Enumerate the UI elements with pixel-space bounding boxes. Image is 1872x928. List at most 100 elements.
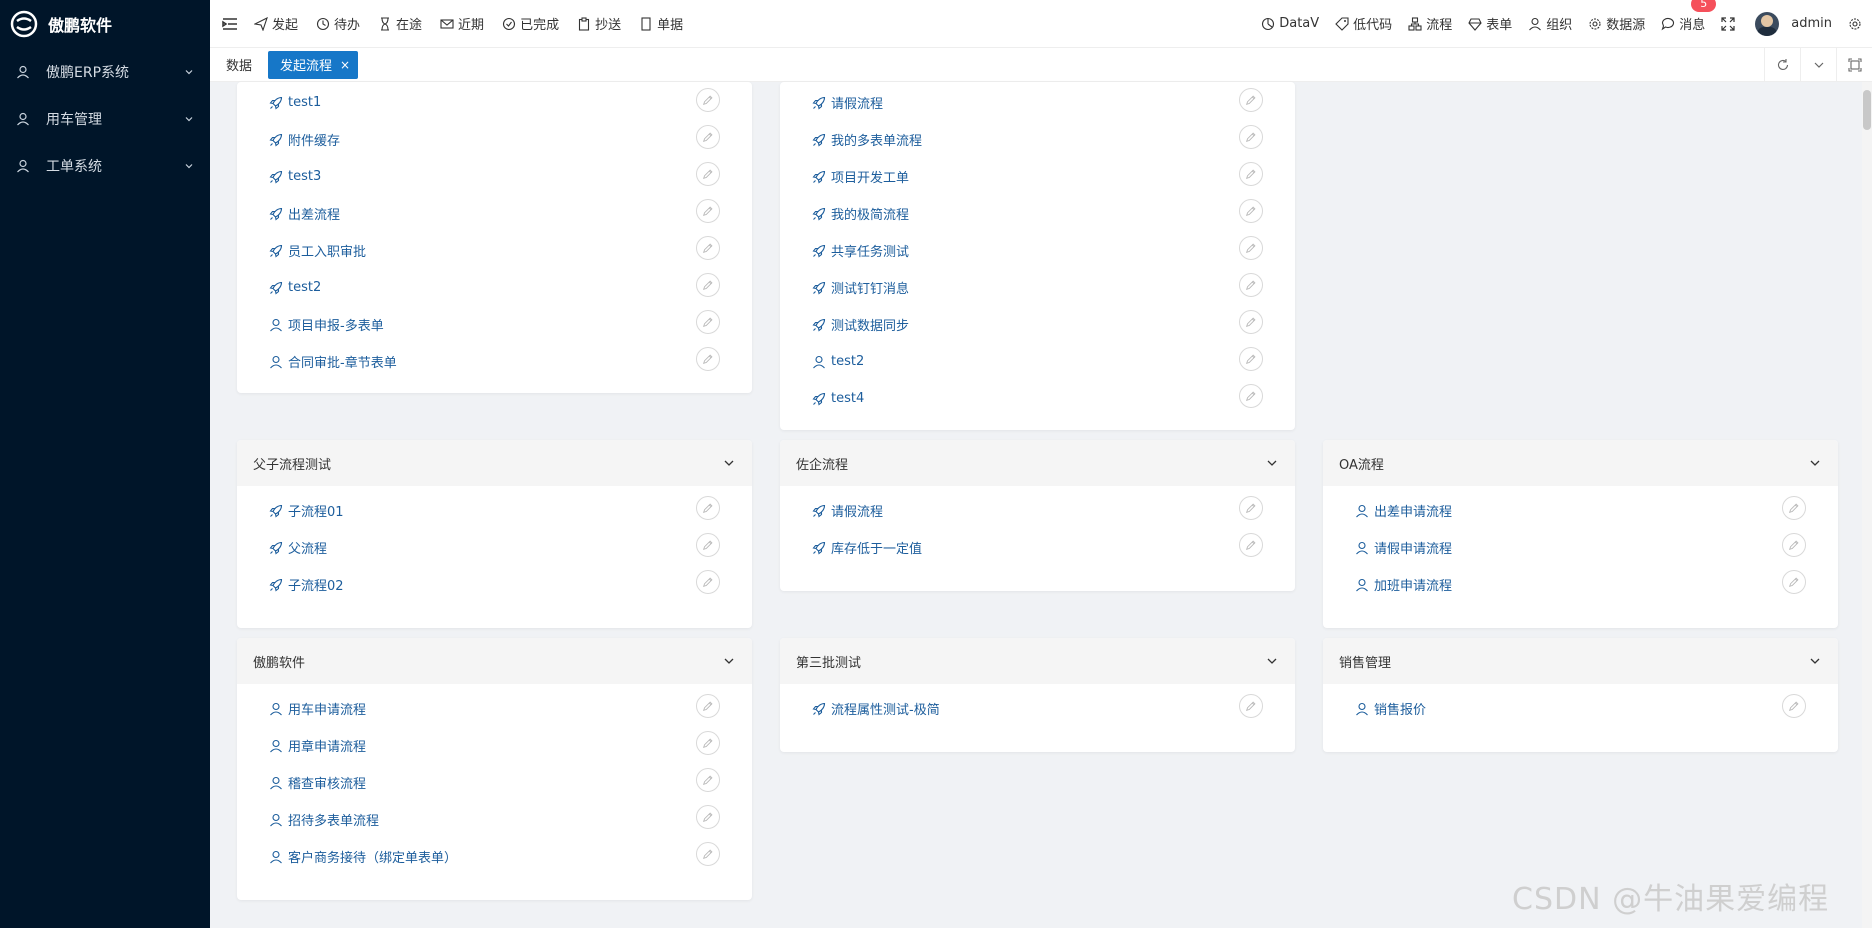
edit-process-button[interactable] <box>696 569 720 594</box>
edit-process-button[interactable] <box>696 693 720 718</box>
process-item[interactable]: 父流程 <box>237 529 752 566</box>
quick-documents[interactable]: 单据 <box>639 14 683 33</box>
edit-process-button[interactable] <box>1239 198 1263 223</box>
edit-process-button[interactable] <box>1239 532 1263 557</box>
quick-send[interactable]: 发起 <box>254 14 298 33</box>
process-item[interactable]: 加班申请流程 <box>1323 566 1838 603</box>
process-item[interactable]: 销售报价 <box>1323 690 1838 727</box>
edit-process-button[interactable] <box>1239 383 1263 408</box>
process-item[interactable]: 请假申请流程 <box>1323 529 1838 566</box>
menu-collapse-icon[interactable] <box>220 14 240 34</box>
process-item[interactable]: test2 <box>237 269 752 306</box>
card-header[interactable]: 佐企流程 <box>780 440 1295 486</box>
edit-process-button[interactable] <box>696 309 720 334</box>
refresh-tab-button[interactable] <box>1764 47 1800 82</box>
user-menu[interactable]: admin <box>1755 11 1832 36</box>
edit-process-button[interactable] <box>1239 693 1263 718</box>
process-item[interactable]: 用车申请流程 <box>237 690 752 727</box>
fullscreen-button[interactable] <box>1721 16 1739 31</box>
process-item[interactable]: 共享任务测试 <box>780 232 1295 269</box>
quick-recent[interactable]: 近期 <box>440 14 484 33</box>
quick-cc[interactable]: 抄送 <box>577 14 621 33</box>
edit-process-button[interactable] <box>1239 495 1263 520</box>
process-item[interactable]: 附件缓存 <box>237 121 752 158</box>
process-item[interactable]: 出差申请流程 <box>1323 492 1838 529</box>
process-item[interactable]: 出差流程 <box>237 195 752 232</box>
process-item[interactable]: test1 <box>237 84 752 121</box>
tab-maximize-button[interactable] <box>1836 47 1872 82</box>
edit-process-button[interactable] <box>696 841 720 866</box>
process-item[interactable]: 项目开发工单 <box>780 158 1295 195</box>
edit-process-button[interactable] <box>1782 495 1806 520</box>
edit-process-button[interactable] <box>1239 346 1263 371</box>
edit-process-button[interactable] <box>1782 569 1806 594</box>
edit-process-button[interactable] <box>696 495 720 520</box>
edit-process-button[interactable] <box>696 272 720 297</box>
card-header[interactable]: OA流程 <box>1323 440 1838 486</box>
edit-process-button[interactable] <box>1239 309 1263 334</box>
vertical-scrollbar[interactable] <box>1862 82 1872 928</box>
edit-process-button[interactable] <box>696 767 720 792</box>
edit-process-button[interactable] <box>1239 235 1263 260</box>
quick-todo[interactable]: 待办 <box>316 14 360 33</box>
nav-lowcode[interactable]: 低代码 <box>1335 14 1392 33</box>
process-item[interactable]: 库存低于一定值 <box>780 529 1295 566</box>
scrollbar-thumb[interactable] <box>1863 90 1871 130</box>
process-item[interactable]: test4 <box>780 380 1295 417</box>
edit-process-button[interactable] <box>696 532 720 557</box>
process-item[interactable]: 稽查审核流程 <box>237 764 752 801</box>
process-item[interactable]: 子流程01 <box>237 492 752 529</box>
nav-messages[interactable]: 消息 5 <box>1661 0 1717 33</box>
process-item[interactable]: test3 <box>237 158 752 195</box>
process-item[interactable]: 请假流程 <box>780 84 1295 121</box>
process-item[interactable]: 招待多表单流程 <box>237 801 752 838</box>
edit-process-button[interactable] <box>1239 124 1263 149</box>
nav-datav[interactable]: DataV <box>1261 16 1319 31</box>
edit-process-button[interactable] <box>1782 532 1806 557</box>
nav-form[interactable]: 表单 <box>1468 14 1512 33</box>
sidebar-item-erp[interactable]: 傲鹏ERP系统 <box>0 48 210 95</box>
process-item[interactable]: 测试钉钉消息 <box>780 269 1295 306</box>
edit-process-button[interactable] <box>696 804 720 829</box>
process-item[interactable]: 子流程02 <box>237 566 752 603</box>
edit-process-button[interactable] <box>1239 87 1263 112</box>
tab-data[interactable]: 数据 <box>216 51 262 79</box>
process-item[interactable]: 用章申请流程 <box>237 727 752 764</box>
nav-datasource[interactable]: 数据源 <box>1588 14 1645 33</box>
edit-process-button[interactable] <box>696 730 720 755</box>
card-header[interactable]: 父子流程测试 <box>237 440 752 486</box>
settings-button[interactable] <box>1848 17 1866 31</box>
process-item[interactable]: 我的多表单流程 <box>780 121 1295 158</box>
card-header[interactable]: 傲鹏软件 <box>237 638 752 684</box>
edit-process-button[interactable] <box>696 235 720 260</box>
quick-inprogress[interactable]: 在途 <box>378 14 422 33</box>
edit-process-button[interactable] <box>1239 161 1263 186</box>
card-header[interactable]: 第三批测试 <box>780 638 1295 684</box>
process-item[interactable]: test2 <box>780 343 1295 380</box>
tab-start-process[interactable]: 发起流程 × <box>268 50 359 79</box>
process-item[interactable]: 我的极简流程 <box>780 195 1295 232</box>
quick-done[interactable]: 已完成 <box>502 14 559 33</box>
edit-process-button[interactable] <box>696 346 720 371</box>
nav-org[interactable]: 组织 <box>1528 14 1572 33</box>
card-header[interactable]: 销售管理 <box>1323 638 1838 684</box>
edit-process-button[interactable] <box>696 124 720 149</box>
edit-process-button[interactable] <box>1239 272 1263 297</box>
process-item[interactable]: 请假流程 <box>780 492 1295 529</box>
process-item[interactable]: 项目申报-多表单 <box>237 306 752 343</box>
nav-flow[interactable]: 流程 <box>1408 14 1452 33</box>
edit-process-button[interactable] <box>696 161 720 186</box>
edit-process-button[interactable] <box>696 198 720 223</box>
process-item[interactable]: 员工入职审批 <box>237 232 752 269</box>
tab-dropdown-button[interactable] <box>1800 47 1836 82</box>
brand[interactable]: 傲鹏软件 <box>0 0 210 48</box>
process-item[interactable]: 客户商务接待（绑定单表单） <box>237 838 752 875</box>
process-item[interactable]: 流程属性测试-极简 <box>780 690 1295 727</box>
sidebar-item-workorder[interactable]: 工单系统 <box>0 142 210 189</box>
sidebar-item-vehicle[interactable]: 用车管理 <box>0 95 210 142</box>
close-icon[interactable]: × <box>340 58 350 72</box>
edit-process-button[interactable] <box>696 87 720 112</box>
edit-process-button[interactable] <box>1782 693 1806 718</box>
process-item[interactable]: 测试数据同步 <box>780 306 1295 343</box>
process-item[interactable]: 合同审批-章节表单 <box>237 343 752 380</box>
